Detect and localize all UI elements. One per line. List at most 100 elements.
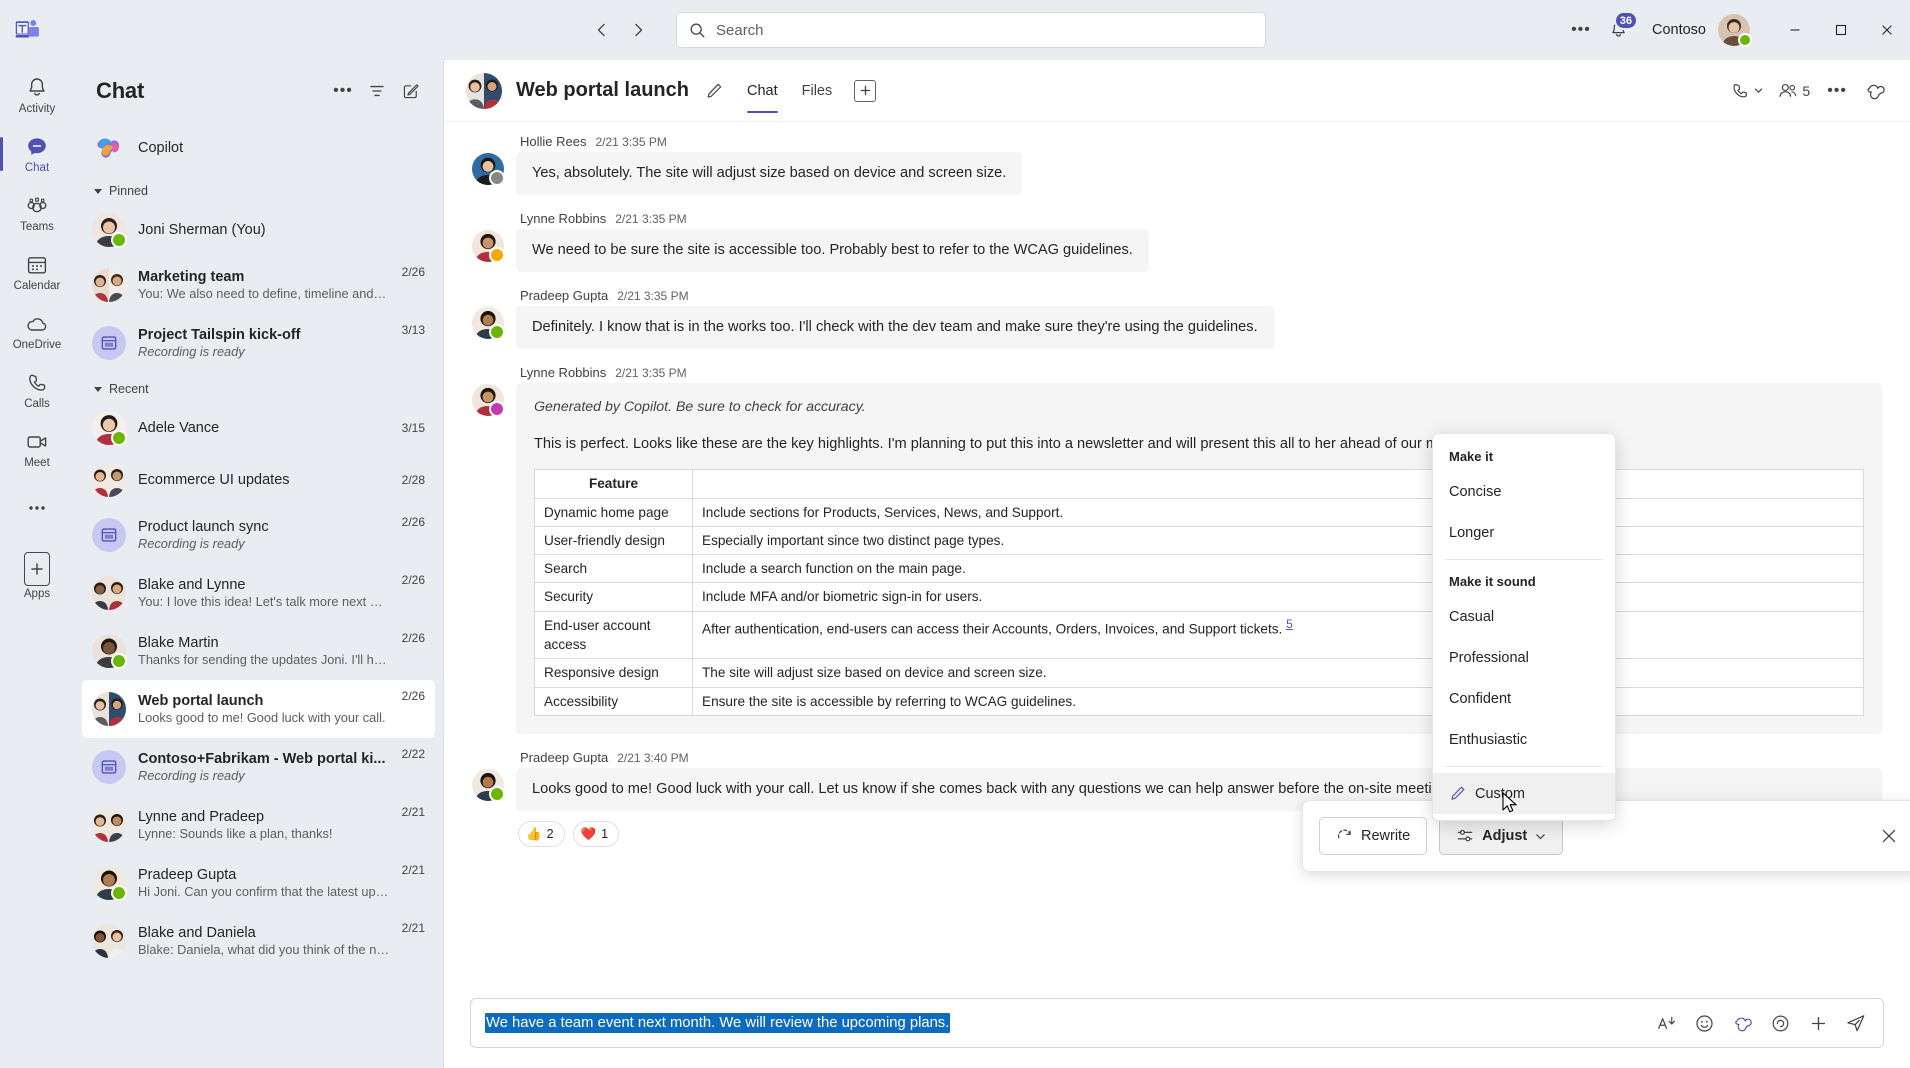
avatar-image bbox=[92, 463, 126, 497]
cell-description: Especially important since two distinct … bbox=[692, 525, 1864, 556]
menu-item-casual[interactable]: Casual bbox=[1433, 596, 1615, 637]
list-item-name: Web portal launch bbox=[138, 693, 264, 709]
sidebar-item-label: Calls bbox=[24, 397, 50, 410]
avatar-image bbox=[92, 692, 126, 726]
add-tab-button[interactable] bbox=[854, 79, 877, 102]
message-bubble: Generated by Copilot. Be sure to check f… bbox=[516, 383, 1882, 734]
back-button[interactable] bbox=[586, 14, 618, 46]
list-item-copilot[interactable]: Copilot bbox=[82, 122, 435, 174]
list-item[interactable]: Marketing team You: We also need to defi… bbox=[82, 256, 435, 314]
cell-description: The site will adjust size based on devic… bbox=[692, 658, 1864, 688]
notifications-button[interactable]: 36 bbox=[1602, 11, 1638, 46]
avatar bbox=[92, 692, 126, 726]
chat-group-recent[interactable]: Recent bbox=[82, 372, 435, 402]
message-timestamp: 2/21 3:35 PM bbox=[615, 366, 687, 381]
format-button[interactable] bbox=[1649, 1006, 1683, 1040]
list-item[interactable]: Adele Vance 3/15 bbox=[82, 402, 435, 454]
list-item[interactable]: Pradeep Gupta Hi Joni. Can you confirm t… bbox=[82, 854, 435, 912]
list-item[interactable]: Project Tailspin kick-off Recording is r… bbox=[82, 314, 435, 372]
title-bar: ••• 36 Contoso bbox=[0, 0, 1910, 60]
sidebar-item-more[interactable] bbox=[5, 479, 69, 537]
menu-item-longer[interactable]: Longer bbox=[1433, 512, 1615, 553]
list-item[interactable]: Lynne and Pradeep Lynne: Sounds like a p… bbox=[82, 796, 435, 854]
tenant-name[interactable]: Contoso bbox=[1652, 22, 1706, 38]
cloud-icon bbox=[24, 311, 50, 337]
sidebar-item-calendar[interactable]: Calendar bbox=[5, 243, 69, 301]
conversation-more-button[interactable]: ••• bbox=[1818, 75, 1856, 107]
citation-link[interactable]: 5 bbox=[1286, 617, 1293, 631]
menu-item-confident[interactable]: Confident bbox=[1433, 678, 1615, 719]
sidebar-item-meet[interactable]: Meet bbox=[5, 420, 69, 478]
add-attachment-button[interactable] bbox=[1801, 1006, 1835, 1040]
avatar[interactable] bbox=[472, 153, 505, 186]
menu-item-custom[interactable]: Custom bbox=[1433, 773, 1615, 814]
list-item-preview: You: We also need to define, timeline an… bbox=[138, 286, 390, 301]
avatar bbox=[92, 268, 126, 302]
list-item[interactable]: Ecommerce UI updates 2/28 bbox=[82, 454, 435, 506]
loop-button[interactable] bbox=[1763, 1006, 1797, 1040]
send-button[interactable] bbox=[1839, 1006, 1873, 1040]
sidebar-item-activity[interactable]: Activity bbox=[5, 66, 69, 124]
reaction-heart[interactable]: ❤️ 1 bbox=[572, 821, 620, 848]
chat-group-pinned[interactable]: Pinned bbox=[82, 174, 435, 204]
sidebar-item-calls[interactable]: Calls bbox=[5, 361, 69, 419]
menu-item-concise[interactable]: Concise bbox=[1433, 471, 1615, 512]
reaction-thumbsup[interactable]: 👍 2 bbox=[518, 821, 565, 848]
sidebar-item-teams[interactable]: Teams bbox=[5, 184, 69, 242]
list-item[interactable]: Product launch sync Recording is ready 2… bbox=[82, 506, 435, 564]
emoji-button[interactable] bbox=[1687, 1006, 1721, 1040]
close-button[interactable] bbox=[1864, 0, 1910, 60]
chat-list-scroll[interactable]: Copilot Pinned Joni Sherman (You) Market… bbox=[74, 122, 443, 1068]
participants-button[interactable]: 5 bbox=[1771, 75, 1816, 107]
menu-item-enthusiastic[interactable]: Enthusiastic bbox=[1433, 719, 1615, 760]
edit-title-button[interactable] bbox=[699, 76, 729, 106]
maximize-button[interactable] bbox=[1818, 0, 1864, 60]
forward-button[interactable] bbox=[622, 14, 654, 46]
list-item-web-portal-launch[interactable]: Web portal launch Looks good to me! Good… bbox=[82, 680, 435, 738]
call-button[interactable] bbox=[1724, 75, 1769, 107]
chat-list-more-button[interactable]: ••• bbox=[327, 75, 359, 107]
message-timestamp: 2/21 3:35 PM bbox=[595, 135, 667, 149]
copilot-compose-button[interactable] bbox=[1725, 1006, 1759, 1040]
avatar[interactable] bbox=[1718, 14, 1752, 47]
minimize-button[interactable] bbox=[1772, 0, 1818, 60]
tab-files[interactable]: Files bbox=[792, 60, 843, 121]
copilot-button[interactable] bbox=[1858, 75, 1892, 107]
sidebar-item-chat[interactable]: Chat bbox=[0, 125, 69, 183]
sidebar-item-apps[interactable]: Apps bbox=[5, 549, 69, 607]
menu-item-professional[interactable]: Professional bbox=[1433, 637, 1615, 678]
list-item[interactable]: Blake and Lynne You: I love this idea! L… bbox=[82, 564, 435, 622]
feature-table: Feature Dynamic home page Include sectio… bbox=[534, 469, 1864, 716]
list-item[interactable]: Blake and Daniela Blake: Daniela, what d… bbox=[82, 912, 435, 970]
composer-input[interactable]: We have a team event next month. We will… bbox=[485, 1002, 1645, 1044]
avatar[interactable] bbox=[472, 768, 505, 802]
avatar[interactable] bbox=[472, 230, 505, 264]
titlebar-more-button[interactable]: ••• bbox=[1564, 14, 1598, 46]
send-icon bbox=[1847, 1015, 1865, 1032]
avatar[interactable] bbox=[472, 307, 505, 341]
page-title: Chat bbox=[96, 78, 145, 103]
more-dots-icon: ••• bbox=[1827, 81, 1847, 99]
tab-chat[interactable]: Chat bbox=[737, 60, 788, 121]
close-rewrite-button[interactable] bbox=[1873, 820, 1905, 852]
rewrite-button[interactable]: Rewrite bbox=[1319, 817, 1428, 855]
list-item[interactable]: Contoso+Fabrikam - Web portal ki... Reco… bbox=[82, 738, 435, 796]
search-bar[interactable] bbox=[676, 12, 1266, 48]
adjust-button[interactable]: Adjust bbox=[1439, 817, 1564, 855]
avatar[interactable] bbox=[472, 384, 505, 418]
list-item-date: 2/21 bbox=[401, 921, 425, 935]
list-item[interactable]: Joni Sherman (You) bbox=[82, 204, 435, 256]
search-input[interactable] bbox=[716, 21, 1253, 39]
sidebar-item-onedrive[interactable]: OneDrive bbox=[5, 302, 69, 360]
new-chat-button[interactable] bbox=[395, 75, 427, 107]
message-composer[interactable]: We have a team event next month. We will… bbox=[470, 998, 1884, 1048]
list-item-date: 2/26 bbox=[401, 265, 425, 279]
chevron-left-icon bbox=[597, 23, 605, 37]
composer-area: We have a team event next month. We will… bbox=[444, 988, 1910, 1068]
message-header: Lynne Robbins 2/21 3:35 PM bbox=[516, 211, 1882, 226]
list-item-meta: Adele Vance bbox=[138, 420, 390, 436]
list-item[interactable]: Blake Martin Thanks for sending the upda… bbox=[82, 622, 435, 680]
chat-list-filter-button[interactable] bbox=[361, 75, 393, 107]
menu-item-label: Professional bbox=[1449, 649, 1529, 666]
list-item-meta: Contoso+Fabrikam - Web portal ki... Reco… bbox=[138, 751, 390, 783]
